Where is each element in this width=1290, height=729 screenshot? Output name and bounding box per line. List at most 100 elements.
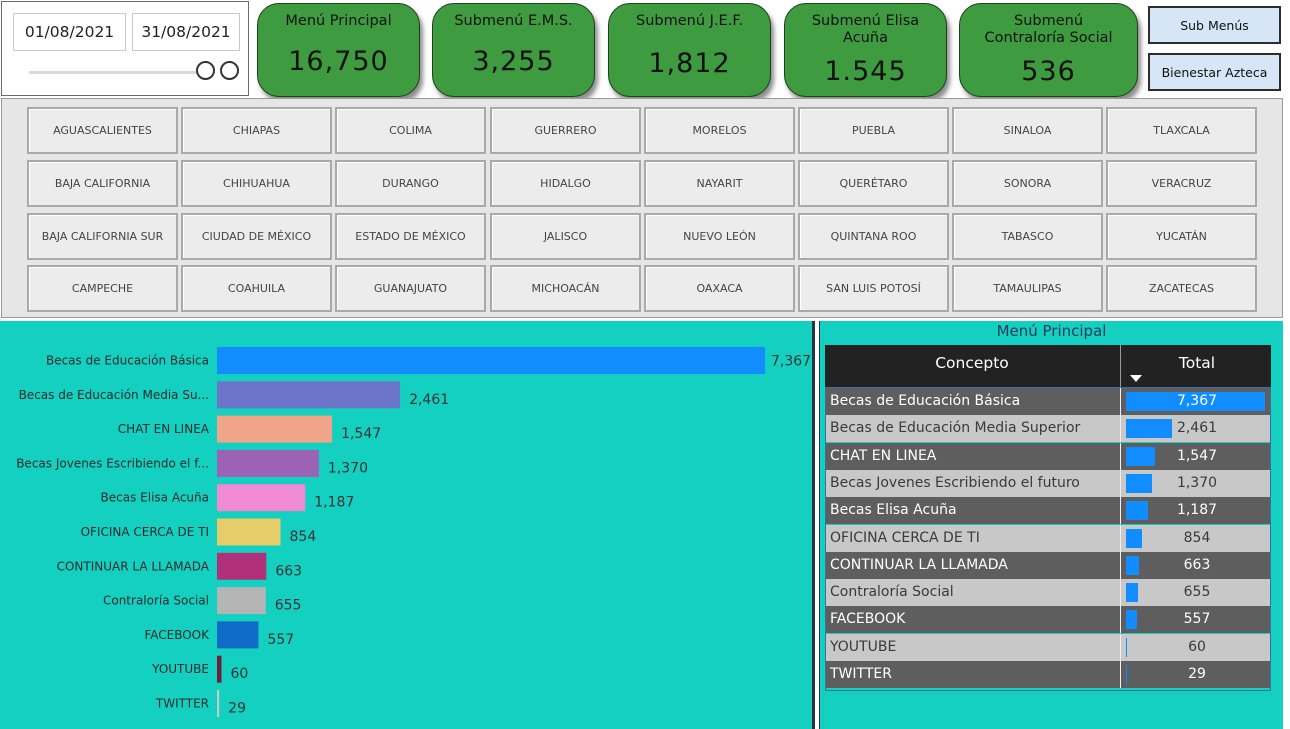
- total-cell: 2,461: [1176, 420, 1218, 437]
- bienestar-azteca-button[interactable]: Bienestar Azteca: [1148, 53, 1281, 91]
- kpi-submenu-contraloria-social[interactable]: Submenú Contraloría Social 536: [959, 3, 1138, 97]
- state-button[interactable]: HIDALGO: [490, 160, 641, 207]
- state-button[interactable]: CHIAPAS: [181, 107, 332, 154]
- table-row[interactable]: YOUTUBE 60: [825, 633, 1271, 661]
- bar[interactable]: [217, 484, 306, 512]
- sub-menus-button[interactable]: Sub Menús: [1148, 6, 1281, 44]
- concept-cell: Becas Elisa Acuña: [830, 502, 957, 519]
- state-button[interactable]: SONORA: [952, 160, 1103, 207]
- state-button[interactable]: ZACATECAS: [1106, 265, 1257, 312]
- table-row[interactable]: Becas Jovenes Escribiendo el futuro 1,370: [825, 469, 1271, 497]
- state-button[interactable]: BAJA CALIFORNIA SUR: [27, 213, 178, 260]
- data-label: 1,187: [314, 495, 354, 511]
- state-button[interactable]: NUEVO LEÓN: [644, 213, 795, 260]
- table-row[interactable]: OFICINA CERCA DE TI 854: [825, 524, 1271, 552]
- bar[interactable]: [217, 347, 765, 374]
- state-button[interactable]: MORELOS: [644, 107, 795, 154]
- date-slider-track[interactable]: [29, 71, 209, 74]
- column-header-total[interactable]: Total: [1123, 354, 1271, 372]
- concept-cell: CHAT EN LINEA: [830, 447, 937, 464]
- menu-principal-table-panel: Menú Principal Concepto Total Becas de E…: [819, 321, 1283, 729]
- table-row[interactable]: Becas Elisa Acuña 1,187: [825, 497, 1271, 525]
- concept-cell: Contraloría Social: [830, 584, 954, 601]
- state-button[interactable]: CHIHUAHUA: [181, 160, 332, 207]
- concept-bar-chart: Becas de Educación Básica 7,367 Becas de E…: [0, 321, 815, 729]
- kpi-title: Submenú E.M.S.: [454, 13, 573, 29]
- state-button[interactable]: TLAXCALA: [1106, 107, 1257, 154]
- data-label: 1,547: [341, 426, 381, 442]
- data-label: 29: [228, 701, 246, 717]
- column-divider: [1120, 345, 1121, 387]
- bar[interactable]: [217, 690, 220, 717]
- start-date-input[interactable]: 01/08/2021: [13, 13, 126, 51]
- state-button[interactable]: MICHOACÁN: [490, 265, 641, 312]
- bar[interactable]: [217, 621, 259, 649]
- kpi-value: 1.545: [824, 56, 907, 87]
- kpi-title: Menú Principal: [285, 13, 392, 29]
- state-button[interactable]: AGUASCALIENTES: [27, 107, 178, 154]
- column-header-concepto[interactable]: Concepto: [825, 354, 1119, 372]
- state-button[interactable]: SAN LUIS POTOSÍ: [798, 265, 949, 312]
- concept-cell: CONTINUAR LA LLAMADA: [830, 556, 1008, 573]
- state-button[interactable]: SINALOA: [952, 107, 1103, 154]
- state-button[interactable]: CIUDAD DE MÉXICO: [181, 213, 332, 260]
- end-date-input[interactable]: 31/08/2021: [132, 13, 240, 51]
- date-slider-end-handle[interactable]: [220, 61, 239, 80]
- bar[interactable]: [217, 552, 267, 580]
- state-button[interactable]: GUANAJUATO: [335, 265, 486, 312]
- column-divider: [1120, 661, 1121, 688]
- bar[interactable]: [217, 415, 333, 443]
- bar[interactable]: [217, 518, 281, 546]
- table-row[interactable]: Becas de Educación Básica 7,367: [825, 388, 1271, 415]
- category-label: Becas Jovenes Escribiendo el f...: [16, 456, 209, 470]
- kpi-submenu-jef[interactable]: Submenú J.E.F. 1,812: [608, 3, 771, 97]
- column-divider: [1120, 524, 1121, 552]
- state-button[interactable]: DURANGO: [335, 160, 486, 207]
- state-button[interactable]: VERACRUZ: [1106, 160, 1257, 207]
- bar[interactable]: [217, 655, 222, 683]
- data-label: 663: [275, 563, 302, 579]
- state-button[interactable]: QUERÉTARO: [798, 160, 949, 207]
- state-button[interactable]: TABASCO: [952, 213, 1103, 260]
- table-row[interactable]: TWITTER 29: [825, 661, 1271, 688]
- kpi-title: Submenú J.E.F.: [636, 13, 743, 29]
- category-label: Becas Elisa Acuña: [101, 491, 209, 505]
- bar[interactable]: [217, 449, 319, 477]
- state-filter-panel: AGUASCALIENTES CHIAPAS COLIMA GUERRERO MOREL…: [1, 98, 1283, 318]
- kpi-title: Submenú Contraloría Social: [984, 13, 1113, 46]
- kpi-value: 3,255: [472, 46, 555, 77]
- table-row[interactable]: FACEBOOK 557: [825, 606, 1271, 634]
- category-label: Becas de Educación Media Su...: [19, 388, 209, 402]
- state-button[interactable]: BAJA CALIFORNIA: [27, 160, 178, 207]
- table-row[interactable]: Contraloría Social 655: [825, 579, 1271, 607]
- state-button[interactable]: NAYARIT: [644, 160, 795, 207]
- total-cell: 1,370: [1176, 474, 1218, 491]
- table-header: Concepto Total: [825, 345, 1271, 387]
- bar[interactable]: [217, 587, 266, 615]
- state-button[interactable]: PUEBLA: [798, 107, 949, 154]
- state-button[interactable]: TAMAULIPAS: [952, 265, 1103, 312]
- state-button[interactable]: OAXACA: [644, 265, 795, 312]
- state-button[interactable]: COAHUILA: [181, 265, 332, 312]
- state-button[interactable]: JALISCO: [490, 213, 641, 260]
- state-button[interactable]: COLIMA: [335, 107, 486, 154]
- state-button[interactable]: QUINTANA ROO: [798, 213, 949, 260]
- sort-descending-icon[interactable]: [1130, 375, 1142, 382]
- category-label: TWITTER: [155, 697, 209, 711]
- date-range-slicer: 01/08/2021 31/08/2021: [1, 1, 249, 96]
- column-divider: [1120, 606, 1121, 634]
- date-slider-start-handle[interactable]: [196, 61, 215, 80]
- state-button[interactable]: YUCATÁN: [1106, 213, 1257, 260]
- kpi-submenu-ems[interactable]: Submenú E.M.S. 3,255: [432, 3, 595, 97]
- column-divider: [1120, 442, 1121, 470]
- kpi-menu-principal[interactable]: Menú Principal 16,750: [257, 3, 420, 97]
- state-button[interactable]: GUERRERO: [490, 107, 641, 154]
- state-button[interactable]: ESTADO DE MÉXICO: [335, 213, 486, 260]
- table-row[interactable]: CHAT EN LINEA 1,547: [825, 442, 1271, 470]
- kpi-submenu-elisa-acuna[interactable]: Submenú Elisa Acuña 1.545: [784, 3, 947, 97]
- state-button[interactable]: CAMPECHE: [27, 265, 178, 312]
- table-row[interactable]: Becas de Educación Media Superior 2,461: [825, 415, 1271, 443]
- kpi-title: Submenú Elisa Acuña: [811, 13, 920, 46]
- bar[interactable]: [217, 381, 401, 409]
- table-row[interactable]: CONTINUAR LA LLAMADA 663: [825, 551, 1271, 579]
